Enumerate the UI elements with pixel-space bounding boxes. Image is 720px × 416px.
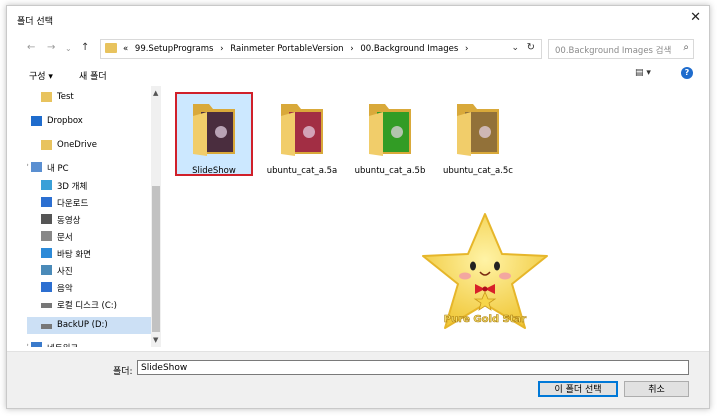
search-icon[interactable]: ⌕ bbox=[683, 42, 689, 53]
expand-chevron-icon[interactable]: › bbox=[27, 341, 29, 347]
sidebar-item[interactable]: 바탕 화면 bbox=[27, 245, 151, 262]
bottom-panel: 폴더: SlideShow 이 폴더 선택 취소 bbox=[7, 351, 709, 408]
toolbar: 구성 ▾ 새 폴더 ▤ ▾ ? bbox=[7, 64, 709, 84]
sidebar-item-label: Dropbox bbox=[47, 116, 83, 126]
folder-item[interactable]: ubuntu_cat_a.5c bbox=[441, 94, 515, 176]
sidebar-item-label: 동영상 bbox=[57, 216, 81, 226]
sidebar-item[interactable]: 동영상 bbox=[27, 211, 151, 228]
search-box[interactable]: 00.Background Images 검색 ⌕ bbox=[548, 39, 694, 59]
refresh-icon[interactable]: ↻ bbox=[527, 42, 535, 53]
download-icon bbox=[41, 197, 52, 207]
sidebar-item[interactable]: 음악 bbox=[27, 279, 151, 296]
chevron-right-icon[interactable]: › bbox=[350, 44, 353, 54]
sidebar-item[interactable]: 로컬 디스크 (C:) bbox=[27, 296, 151, 313]
new-folder-button[interactable]: 새 폴더 bbox=[79, 69, 107, 82]
cancel-button[interactable]: 취소 bbox=[624, 381, 689, 397]
folder-icon bbox=[105, 43, 117, 53]
scrollbar-thumb[interactable] bbox=[152, 186, 160, 332]
chevron-down-icon[interactable]: ⌄ bbox=[511, 43, 519, 53]
sidebar-item[interactable]: OneDrive bbox=[27, 137, 151, 154]
history-chevron-icon[interactable]: ⌄ bbox=[65, 44, 72, 53]
sidebar-item[interactable]: 다운로드 bbox=[27, 194, 151, 211]
cube-icon bbox=[41, 180, 52, 190]
sidebar-item-label: OneDrive bbox=[57, 140, 97, 150]
folder-name-label: ubuntu_cat_a.5c bbox=[443, 166, 513, 176]
navigation-bar: ← → ⌄ ↑ « 99.SetupPrograms › Rainmeter P… bbox=[7, 36, 709, 60]
video-icon bbox=[41, 214, 52, 224]
sidebar-item-label: 사진 bbox=[57, 267, 73, 277]
search-input[interactable]: 00.Background Images 검색 bbox=[555, 44, 671, 56]
breadcrumb-segment[interactable]: 00.Background Images bbox=[360, 44, 458, 54]
folder-name-label: ubuntu_cat_a.5b bbox=[354, 166, 426, 176]
navigation-scrollbar[interactable]: ▲ ▼ bbox=[151, 86, 161, 347]
breadcrumb: « 99.SetupPrograms › Rainmeter PortableV… bbox=[123, 44, 472, 54]
breadcrumb-segment[interactable]: 99.SetupPrograms bbox=[135, 44, 214, 54]
sidebar-item-label: Test bbox=[57, 92, 74, 102]
sidebar-item[interactable]: Dropbox bbox=[27, 113, 151, 130]
scroll-up-icon[interactable]: ▲ bbox=[153, 89, 158, 97]
document-icon bbox=[41, 231, 52, 241]
view-options-button[interactable]: ▤ ▾ bbox=[635, 68, 651, 78]
navigation-pane: Test Dropbox OneDrive 내 PC › 3D 개체다운로드동영상문서바탕… bbox=[27, 86, 151, 347]
sidebar-item-label: 다운로드 bbox=[57, 199, 89, 209]
sidebar-item-label: 내 PC bbox=[47, 164, 69, 174]
sidebar-item-label: 문서 bbox=[57, 233, 73, 243]
sidebar-item[interactable]: 문서 bbox=[27, 228, 151, 245]
chevron-right-icon[interactable]: › bbox=[220, 44, 223, 54]
sidebar-item[interactable]: BackUP (D:) bbox=[27, 317, 151, 334]
folder-thumbnail-icon bbox=[281, 104, 323, 156]
scroll-down-icon[interactable]: ▼ bbox=[153, 336, 158, 344]
sidebar-item-label: 네트워크 bbox=[47, 342, 78, 347]
sidebar-item-label: 3D 개체 bbox=[57, 182, 88, 192]
sidebar-item-label: 음악 bbox=[57, 284, 73, 294]
sidebar-item[interactable]: 사진 bbox=[27, 262, 151, 279]
folder-icon bbox=[41, 92, 52, 102]
help-icon[interactable]: ? bbox=[681, 67, 693, 79]
sidebar-item[interactable]: Test bbox=[27, 89, 151, 106]
breadcrumb-overflow[interactable]: « bbox=[123, 44, 128, 54]
onedrive-folder-icon bbox=[41, 140, 52, 150]
folder-thumbnail-icon bbox=[457, 104, 499, 156]
title-bar: 폴더 선택 ✕ bbox=[7, 6, 709, 30]
folder-thumbnail-icon bbox=[369, 104, 411, 156]
pictures-icon bbox=[41, 265, 52, 275]
sidebar-item[interactable]: 3D 개체 bbox=[27, 177, 151, 194]
folder-item[interactable]: ubuntu_cat_a.5b bbox=[353, 94, 427, 176]
organize-button[interactable]: 구성 ▾ bbox=[29, 69, 53, 82]
folder-item[interactable]: SlideShow bbox=[175, 92, 253, 176]
folder-label: 폴더: bbox=[113, 367, 133, 377]
pure-gold-star-logo: Pure Gold Star bbox=[422, 213, 548, 329]
desktop-icon bbox=[41, 248, 52, 258]
up-arrow-icon[interactable]: ↑ bbox=[81, 42, 89, 53]
folder-name-label: ubuntu_cat_a.5a bbox=[266, 166, 338, 176]
drive-icon bbox=[41, 303, 52, 308]
sidebar-item-label: BackUP (D:) bbox=[57, 320, 108, 330]
pc-icon bbox=[31, 162, 42, 172]
logo-text: Pure Gold Star bbox=[444, 314, 527, 325]
folder-name-input[interactable]: SlideShow bbox=[137, 360, 689, 375]
music-icon bbox=[41, 282, 52, 292]
sidebar-item-label: 로컬 디스크 (C:) bbox=[57, 301, 117, 311]
sidebar-item[interactable]: 내 PC › bbox=[27, 159, 151, 176]
select-folder-button[interactable]: 이 폴더 선택 bbox=[538, 381, 618, 397]
chevron-right-icon[interactable]: › bbox=[465, 44, 468, 54]
sidebar-item[interactable]: 네트워크 › bbox=[27, 339, 151, 347]
file-list: Pure Gold Star SlideShow ubuntu_cat_a.5a u… bbox=[163, 86, 703, 347]
folder-name-label: SlideShow bbox=[192, 166, 236, 176]
expand-chevron-icon[interactable]: › bbox=[27, 161, 29, 169]
folder-item[interactable]: ubuntu_cat_a.5a bbox=[265, 94, 339, 176]
back-arrow-icon[interactable]: ← bbox=[27, 42, 35, 53]
sidebar-item-label: 바탕 화면 bbox=[57, 250, 91, 260]
drive-icon bbox=[41, 324, 52, 329]
close-icon[interactable]: ✕ bbox=[690, 10, 701, 25]
dropbox-icon bbox=[31, 116, 42, 126]
folder-thumbnail-icon bbox=[193, 104, 235, 156]
address-bar[interactable]: « 99.SetupPrograms › Rainmeter PortableV… bbox=[100, 39, 542, 59]
network-icon bbox=[31, 342, 42, 347]
breadcrumb-segment[interactable]: Rainmeter PortableVersion bbox=[230, 44, 343, 54]
window-title: 폴더 선택 bbox=[17, 17, 53, 27]
folder-select-dialog: 폴더 선택 ✕ ← → ⌄ ↑ « 99.SetupPrograms › Rai… bbox=[6, 5, 710, 409]
forward-arrow-icon[interactable]: → bbox=[47, 42, 55, 53]
